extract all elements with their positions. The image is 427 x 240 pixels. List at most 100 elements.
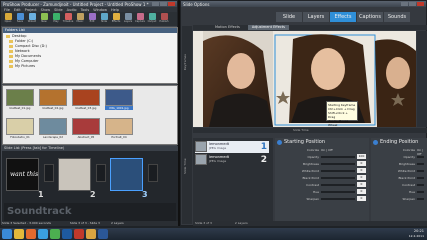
adjustment-label: Black Point — [398, 176, 415, 180]
adjustment-slider[interactable] — [417, 163, 424, 165]
folder-tree-item[interactable]: My Pictures — [6, 64, 174, 69]
slide-thumbnail[interactable] — [110, 158, 143, 191]
file-thumbnail[interactable]: IMG_1001.jpg — [105, 89, 133, 111]
tab-effects[interactable]: Effects — [330, 12, 356, 22]
adjustment-dot-icon — [277, 139, 282, 145]
toolbar-edit-button[interactable]: Edit — [87, 13, 97, 25]
adjustment-value-field[interactable]: 0 — [357, 161, 366, 166]
subtab-motion-effects[interactable]: Motion Effects — [211, 25, 244, 30]
transition-button[interactable] — [44, 164, 54, 182]
toolbar-output-button[interactable]: Output — [147, 13, 157, 25]
file-list-panel: blattest_01.jpg blattest_02.jpg blattest_0… — [2, 85, 178, 145]
file-thumbnail[interactable]: Fotostudio_01 — [6, 118, 34, 140]
transition-button[interactable] — [148, 164, 158, 182]
proshow-icon[interactable] — [74, 229, 84, 239]
colorize-row[interactable]: Colorize On | Off — [275, 147, 369, 153]
subtab-adjustment-effects[interactable]: Adjustment Effects — [247, 25, 289, 30]
slide-time-label: Slide Time — [293, 128, 309, 132]
toolbar-wizard-button[interactable]: Wizard — [27, 13, 37, 25]
menu-edit[interactable]: Edit — [14, 8, 21, 12]
adjustment-slider[interactable] — [321, 156, 355, 158]
layer-item[interactable]: lemonmedt JPEG Image 1 — [195, 141, 269, 153]
close-icon[interactable] — [168, 2, 175, 6]
media-player-icon[interactable] — [38, 229, 48, 239]
adjustment-slider[interactable] — [321, 177, 355, 179]
colorize-row[interactable]: Colorize On | Off — [371, 147, 427, 156]
explorer-icon[interactable] — [14, 229, 24, 239]
file-thumbnail[interactable]: Landscape_02 — [39, 118, 67, 140]
photoshop-icon[interactable] — [62, 229, 72, 239]
adjustment-value-field[interactable]: 0 — [357, 175, 366, 180]
slide-options-slide-count: Slide 3 of 3 — [195, 221, 212, 225]
tab-sounds[interactable]: Sounds — [384, 12, 410, 22]
toolbar-music-button[interactable]: Music — [75, 13, 85, 25]
slide-thumbnail[interactable] — [58, 158, 91, 191]
toolbar-new-button[interactable]: New — [39, 13, 49, 25]
layer-item[interactable]: lemonmedt JPEG Image 2 — [195, 154, 269, 166]
toolbar-save-button[interactable]: Save — [15, 13, 25, 25]
adjustment-slider[interactable] — [417, 191, 424, 193]
colorize-toggle[interactable]: On | Off — [321, 148, 333, 152]
adjustment-slider[interactable] — [321, 184, 355, 186]
close-icon[interactable] — [417, 2, 424, 6]
file-thumbnail[interactable]: Portrait_04 — [105, 118, 133, 140]
firefox-icon[interactable] — [26, 229, 36, 239]
adjustment-slider[interactable] — [417, 170, 424, 172]
adjustment-label: Opacity — [403, 155, 415, 159]
adjustment-slider[interactable] — [417, 177, 424, 179]
adjustment-label: Brightness — [303, 162, 319, 166]
soundtrack-bar[interactable]: Soundtrack — [4, 203, 176, 221]
maximize-icon[interactable] — [409, 2, 416, 6]
adjustment-value-field[interactable]: 0 — [357, 168, 366, 173]
menu-project[interactable]: Project — [25, 8, 37, 12]
toolbar-play-button[interactable]: Play — [51, 13, 61, 25]
adjustment-slider[interactable] — [417, 184, 424, 186]
adjustment-value-field[interactable]: 0 — [357, 189, 366, 194]
menu-tools[interactable]: Tools — [81, 8, 90, 12]
slide-thumbnail[interactable]: want this — [6, 158, 39, 191]
folder-icon[interactable] — [86, 229, 96, 239]
file-thumbnail[interactable]: blattest_01.jpg — [6, 89, 34, 111]
file-name: blattest_02.jpg — [42, 106, 64, 110]
menu-window[interactable]: Window — [93, 8, 107, 12]
minimize-icon[interactable] — [152, 2, 159, 6]
adjustment-slider[interactable] — [321, 163, 355, 165]
menu-show[interactable]: Show — [41, 8, 50, 12]
start-orb-icon[interactable] — [2, 229, 12, 239]
toolbar-timeline-button[interactable]: Timeline — [63, 13, 73, 25]
adjustment-slider[interactable] — [321, 191, 355, 193]
transition-button[interactable] — [96, 164, 106, 182]
toolbar-publish-button[interactable]: Publish — [159, 13, 169, 25]
folder-icon — [6, 35, 10, 38]
toolbar-open-button[interactable]: Open — [3, 13, 13, 25]
toolbar-slide-button[interactable]: Slide — [99, 13, 109, 25]
adjustment-slider[interactable] — [417, 156, 424, 158]
adjustment-label: White Point — [397, 169, 415, 173]
file-thumbnail[interactable]: blattest_03.jpg — [72, 89, 100, 111]
file-thumbnail[interactable]: blattest_02.jpg — [39, 89, 67, 111]
minimize-icon[interactable] — [401, 2, 408, 6]
adjustment-slider[interactable] — [321, 170, 355, 172]
menu-file[interactable]: File — [4, 8, 10, 12]
menu-slide[interactable]: Slide — [54, 8, 63, 12]
tab-slide[interactable]: Slide — [276, 12, 302, 22]
adjustment-slider[interactable] — [321, 198, 355, 200]
adjustment-value-field[interactable]: 0 — [357, 196, 366, 201]
adjustment-value-field[interactable]: 0 — [357, 182, 366, 187]
toolbar-effects-button[interactable]: Effects — [111, 13, 121, 25]
slide-time-bar[interactable]: Slide Time — [193, 128, 427, 133]
menu-audio[interactable]: Audio — [67, 8, 77, 12]
menu-help[interactable]: Help — [111, 8, 119, 12]
adjustment-slider[interactable] — [417, 198, 424, 200]
toolbar-capture-button[interactable]: Capture — [135, 13, 145, 25]
tab-captions[interactable]: Captions — [357, 12, 383, 22]
maximize-icon[interactable] — [160, 2, 167, 6]
word-icon[interactable] — [98, 229, 108, 239]
chrome-icon[interactable] — [50, 229, 60, 239]
toolbar-layers-button[interactable]: Layers — [123, 13, 133, 25]
keyframe-preview[interactable]: Starting Keyframe Ctrl+Click + Drag Shift+… — [193, 31, 416, 127]
preview-tool-strip[interactable] — [417, 31, 427, 127]
tab-layers[interactable]: Layers — [303, 12, 329, 22]
adjustment-value-field[interactable]: 100 — [357, 154, 366, 159]
file-thumbnail[interactable]: Abstract_05 — [72, 118, 100, 140]
